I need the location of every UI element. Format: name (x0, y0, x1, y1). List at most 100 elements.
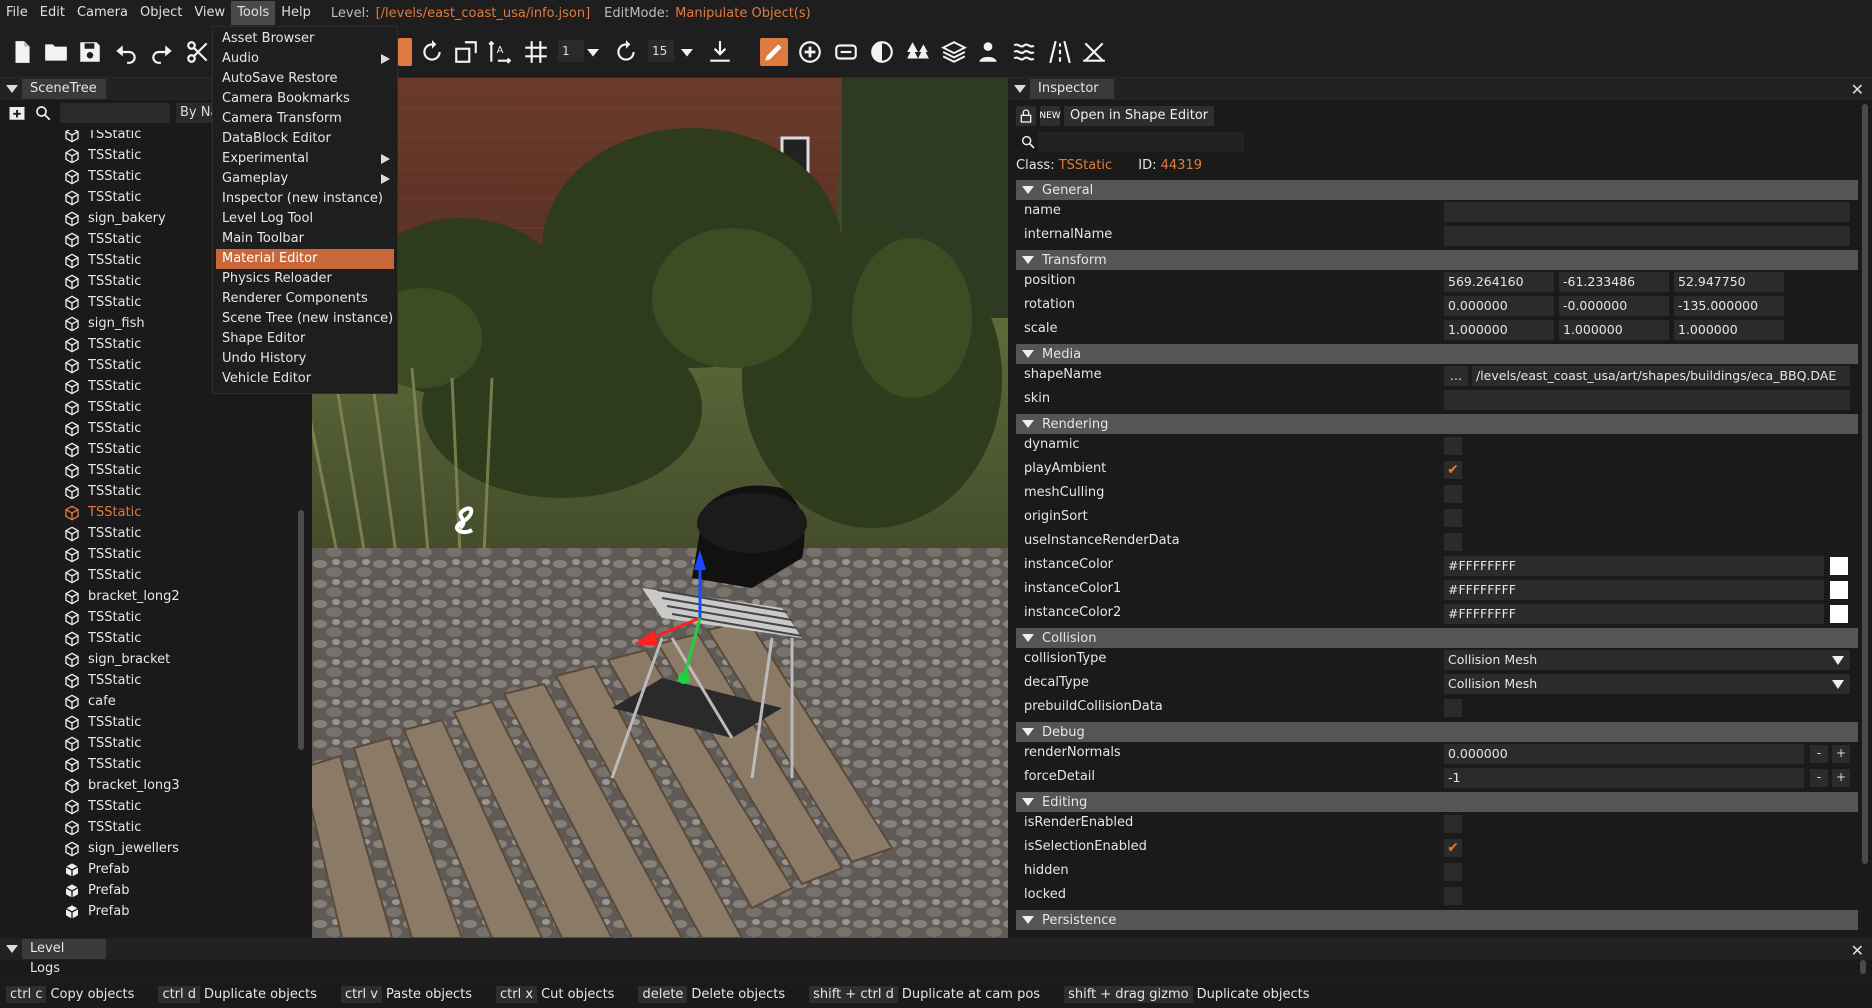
snap-axis-icon[interactable]: A (486, 38, 514, 66)
section-header[interactable]: General (1016, 180, 1858, 200)
tools-menu-item[interactable]: Material Editor (216, 249, 394, 269)
color-field[interactable]: #FFFFFFFF (1444, 604, 1824, 624)
section-header[interactable]: Transform (1016, 250, 1858, 270)
tools-menu-item[interactable]: Audio (216, 49, 394, 69)
scenetree-search-input[interactable] (60, 103, 170, 123)
scenetree-item[interactable]: Prefab (64, 859, 129, 880)
scenetree-item[interactable]: Prefab (64, 880, 129, 901)
color-field[interactable]: #FFFFFFFF (1444, 580, 1824, 600)
tools-menu-item[interactable]: Camera Transform (216, 109, 394, 129)
color-swatch[interactable] (1830, 581, 1848, 599)
checkbox[interactable] (1444, 485, 1462, 503)
scenetree-item[interactable]: sign_jewellers (64, 838, 179, 859)
rotate-tool-icon[interactable] (418, 38, 446, 66)
section-header[interactable]: Editing (1016, 792, 1858, 812)
river-tool-icon[interactable] (1010, 38, 1038, 66)
cut-icon[interactable] (184, 38, 212, 66)
section-header[interactable]: Rendering (1016, 414, 1858, 434)
collapse-icon[interactable] (1014, 85, 1026, 93)
number-field[interactable]: -1 (1444, 768, 1804, 788)
checkbox[interactable] (1444, 815, 1462, 833)
tools-menu-item[interactable]: Experimental (216, 149, 394, 169)
vector-x-field[interactable]: 569.264160 (1444, 272, 1554, 292)
object-edit-tool-icon[interactable] (760, 38, 788, 66)
rotate-snap-icon[interactable] (612, 38, 640, 66)
tools-menu-item[interactable]: Inspector (new instance) (216, 189, 394, 209)
chevron-down-icon[interactable] (678, 38, 696, 66)
scenetree-item[interactable]: bracket_long2 (64, 586, 180, 607)
tools-menu-item[interactable]: Physics Reloader (216, 269, 394, 289)
scenetree-item[interactable]: sign_bracket (64, 649, 170, 670)
undo-icon[interactable] (112, 38, 140, 66)
scenetree-scrollbar[interactable] (298, 510, 304, 750)
tools-menu-item[interactable]: Shape Editor (216, 329, 394, 349)
scenetree-item[interactable]: TSStatic (64, 565, 141, 586)
scenetree-item[interactable]: TSStatic (64, 628, 141, 649)
number-field[interactable]: 0.000000 (1444, 744, 1804, 764)
scenetree-item[interactable]: Prefab (64, 901, 129, 922)
color-field[interactable]: #FFFFFFFF (1444, 556, 1824, 576)
checkbox[interactable] (1444, 699, 1462, 717)
decal-road-tool-icon[interactable] (832, 38, 860, 66)
open-in-shape-editor-button[interactable]: Open in Shape Editor (1064, 106, 1215, 126)
scenetree-item[interactable]: TSStatic (64, 355, 141, 376)
scenetree-item[interactable]: sign_bakery (64, 208, 166, 229)
scenetree-item[interactable]: TSStatic (64, 712, 141, 733)
menu-view[interactable]: View (188, 1, 231, 25)
checkbox[interactable]: ✔ (1444, 839, 1462, 857)
tools-menu-item[interactable]: Camera Bookmarks (216, 89, 394, 109)
checkbox[interactable] (1444, 437, 1462, 455)
checkbox[interactable] (1444, 533, 1462, 551)
menu-tools[interactable]: Tools (231, 1, 276, 25)
chevron-down-icon[interactable] (584, 38, 602, 66)
level-logs-tab[interactable]: Level Logs (22, 939, 106, 976)
tools-menu-item[interactable]: AutoSave Restore (216, 69, 394, 89)
collapse-icon[interactable] (6, 85, 18, 93)
ai-tool-icon[interactable] (974, 38, 1002, 66)
new-instance-icon[interactable]: NEW (1039, 106, 1061, 126)
scenetree-item[interactable]: TSStatic (64, 166, 141, 187)
vector-z-field[interactable]: 52.947750 (1674, 272, 1784, 292)
scenetree-item[interactable]: TSStatic (64, 607, 141, 628)
section-header[interactable]: Persistence (1016, 910, 1858, 930)
vector-y-field[interactable]: 1.000000 (1559, 320, 1669, 340)
collapse-icon[interactable] (6, 945, 18, 953)
tools-menu-item[interactable]: Main Toolbar (216, 229, 394, 249)
tools-menu-item[interactable]: Level Log Tool (216, 209, 394, 229)
text-field[interactable] (1444, 202, 1850, 222)
tools-menu-item[interactable]: Vehicle Editor (216, 369, 394, 389)
dropdown-select[interactable]: Collision Mesh (1444, 674, 1850, 694)
vector-x-field[interactable]: 1.000000 (1444, 320, 1554, 340)
checkbox[interactable]: ✔ (1444, 461, 1462, 479)
scenetree-item[interactable]: TSStatic (64, 670, 141, 691)
drop-to-ground-icon[interactable] (706, 38, 734, 66)
scale-tool-icon[interactable] (452, 38, 480, 66)
tools-menu-item[interactable]: DataBlock Editor (216, 129, 394, 149)
section-header[interactable]: Collision (1016, 628, 1858, 648)
scenetree-item[interactable]: TSStatic (64, 817, 141, 838)
increment-button[interactable]: + (1832, 769, 1850, 787)
browse-button[interactable]: ... (1444, 366, 1468, 386)
section-header[interactable]: Debug (1016, 722, 1858, 742)
grid-snap-value[interactable]: 1 (558, 40, 584, 62)
scenetree-item[interactable]: TSStatic (64, 796, 141, 817)
new-file-icon[interactable] (8, 38, 36, 66)
menu-edit[interactable]: Edit (34, 1, 71, 25)
text-field[interactable] (1444, 226, 1850, 246)
scenetree-item[interactable]: TSStatic (64, 544, 141, 565)
inspector-scrollbar[interactable] (1862, 104, 1868, 864)
vector-x-field[interactable]: 0.000000 (1444, 296, 1554, 316)
tools-menu-item[interactable]: Renderer Components (216, 289, 394, 309)
scenetree-item[interactable]: TSStatic (64, 754, 141, 775)
vector-z-field[interactable]: -135.000000 (1674, 296, 1784, 316)
create-object-icon[interactable] (796, 38, 824, 66)
inspector-search-input[interactable] (1038, 132, 1244, 152)
forest-tool-icon[interactable] (904, 38, 932, 66)
color-swatch[interactable] (1830, 557, 1848, 575)
color-swatch[interactable] (1830, 605, 1848, 623)
menu-help[interactable]: Help (275, 1, 317, 25)
scenetree-item[interactable]: TSStatic (64, 145, 141, 166)
tools-menu-item[interactable]: Undo History (216, 349, 394, 369)
checkbox[interactable] (1444, 863, 1462, 881)
scenetree-item[interactable]: TSStatic (64, 271, 141, 292)
